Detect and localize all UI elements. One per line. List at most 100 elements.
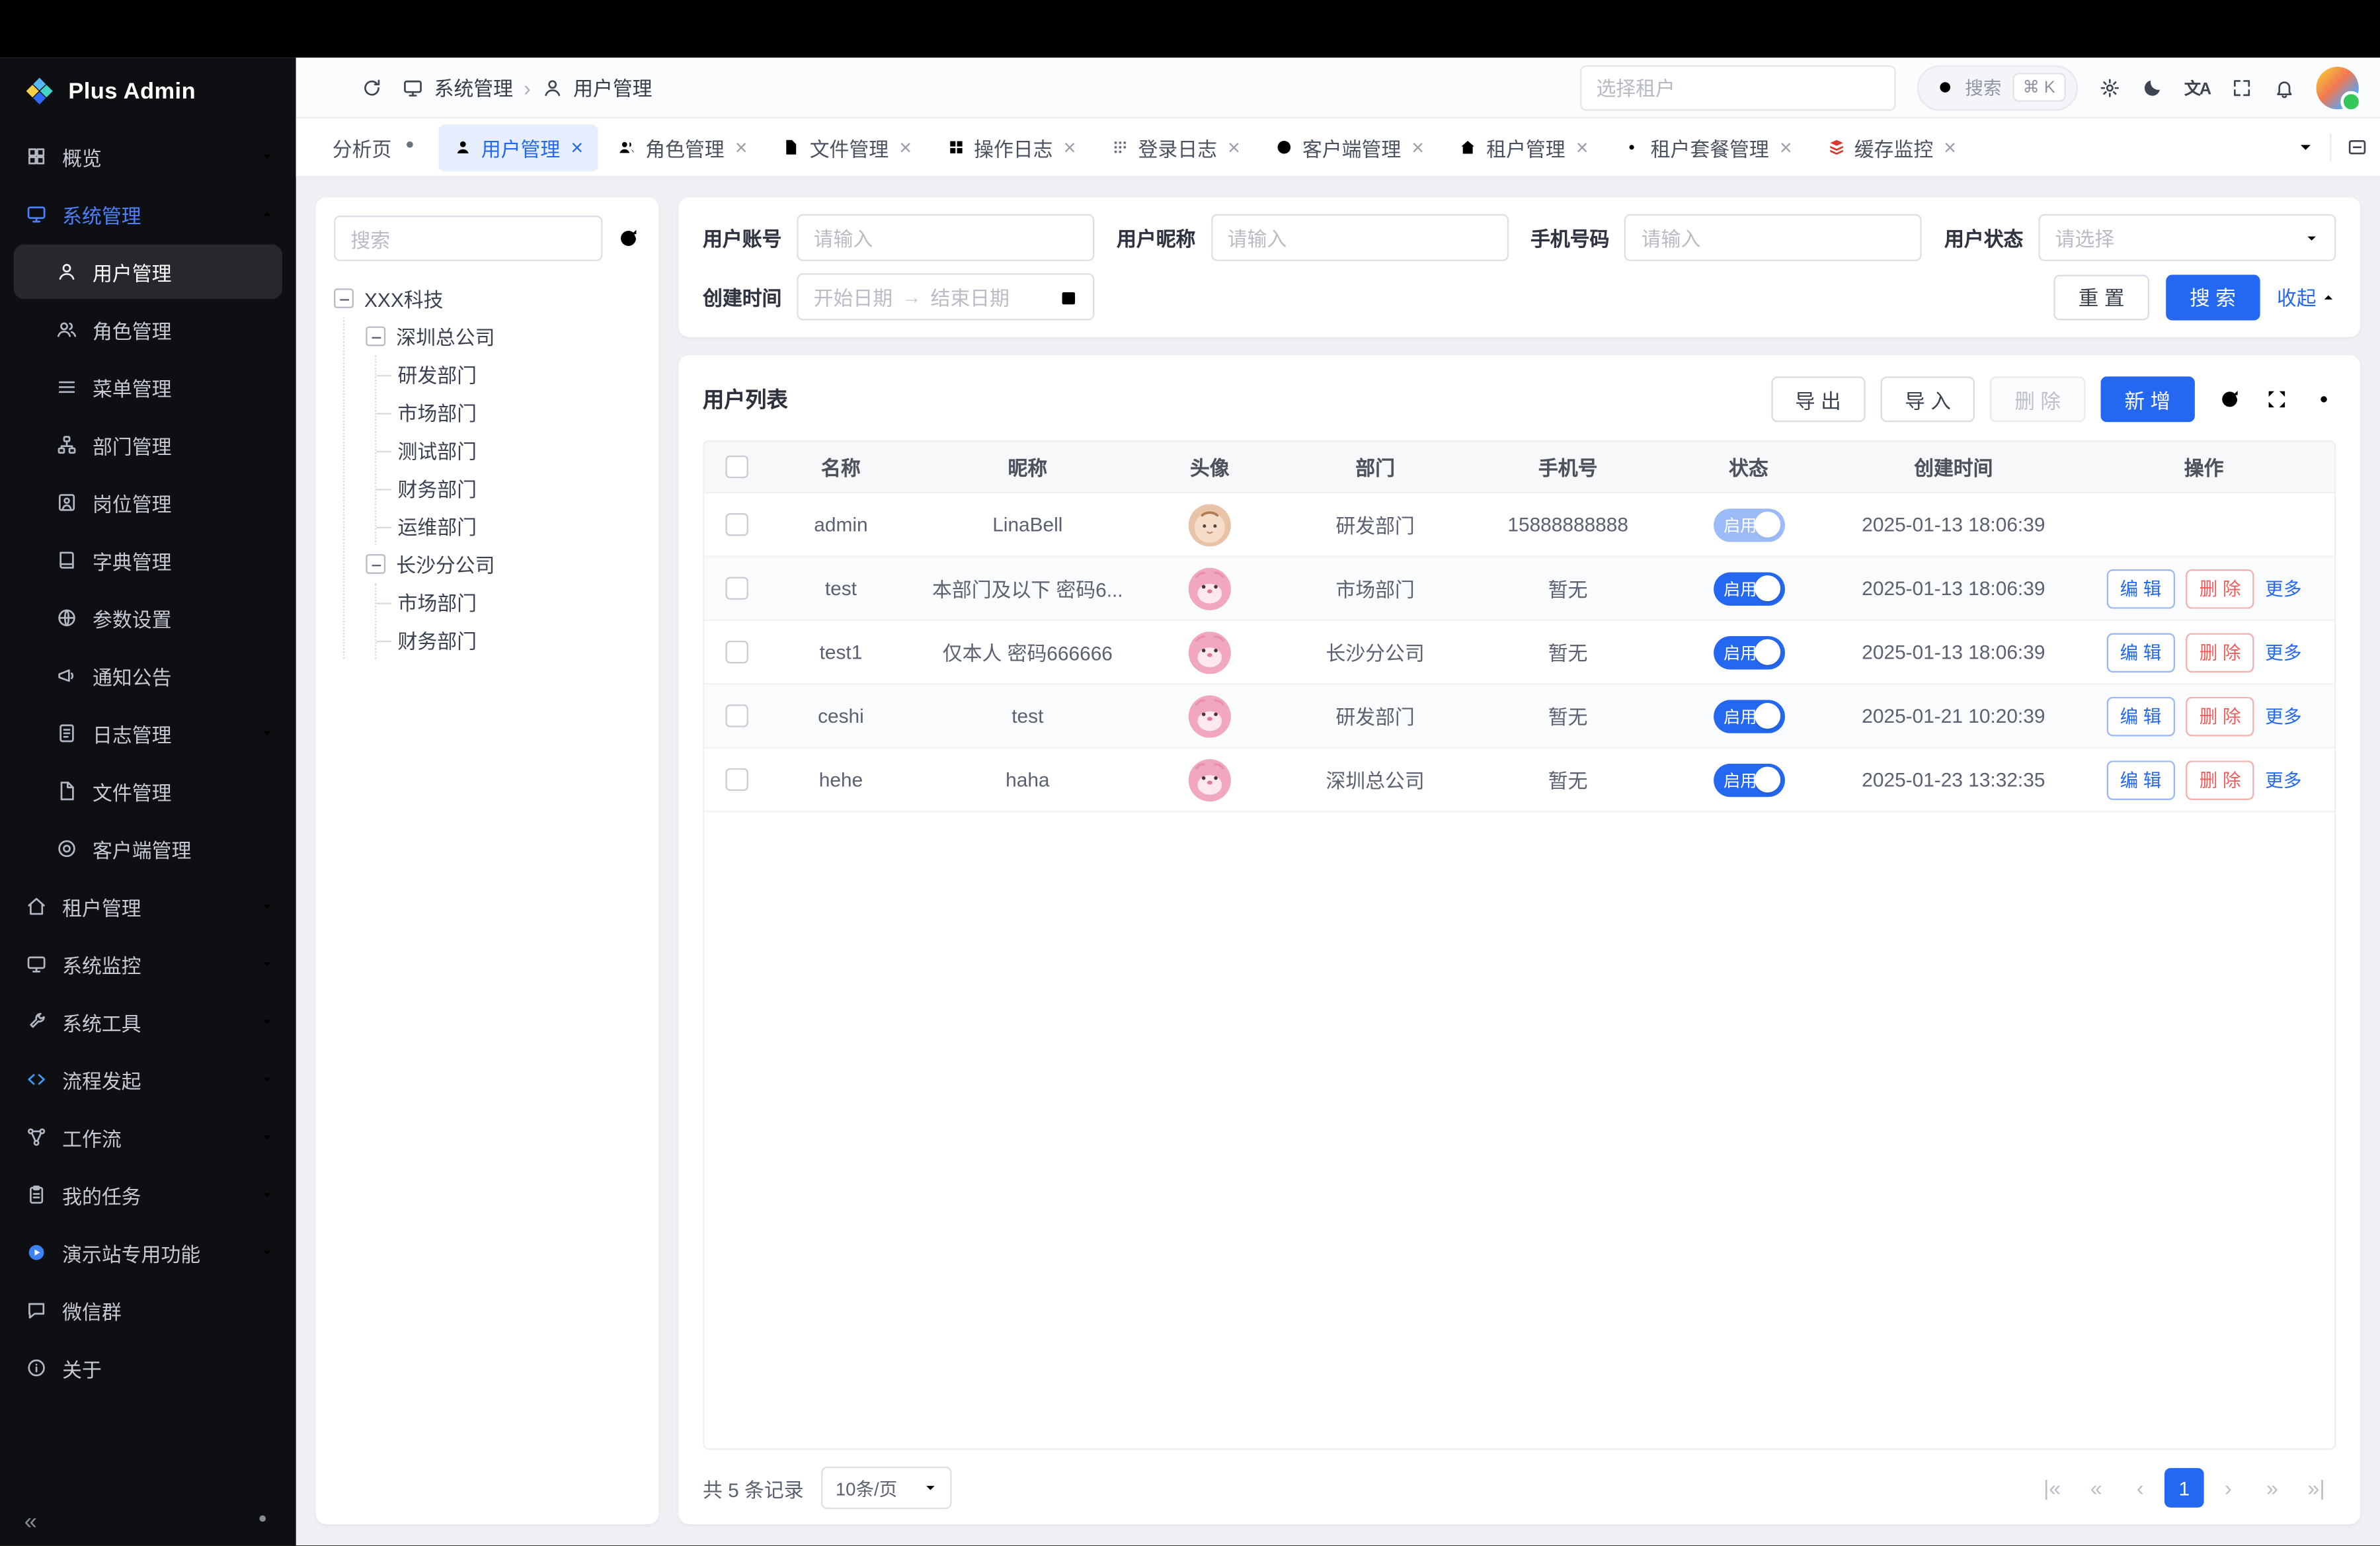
tree-node-dept[interactable]: 财务部门 xyxy=(398,469,641,507)
sidebar-item-system-management[interactable]: 系统管理 xyxy=(0,185,296,243)
breadcrumb-level2[interactable]: 用户管理 xyxy=(573,73,652,102)
sidebar-item-role-management[interactable]: 角色管理 xyxy=(0,301,296,358)
sidebar-item-system-monitor[interactable]: 系统监控 xyxy=(0,935,296,993)
refresh-icon[interactable] xyxy=(2217,387,2242,411)
first-page-button[interactable]: |« xyxy=(2032,1469,2072,1508)
global-search[interactable]: 搜索 ⌘ K xyxy=(1917,65,2078,110)
next-group-button[interactable]: » xyxy=(2252,1469,2292,1508)
sidebar-item-demo-features[interactable]: 演示站专用功能 xyxy=(0,1224,296,1282)
sidebar-item-post-management[interactable]: 岗位管理 xyxy=(0,473,296,531)
pin-icon[interactable] xyxy=(253,1512,272,1531)
row-checkbox[interactable] xyxy=(725,641,747,663)
collapse-box-icon[interactable] xyxy=(366,327,385,346)
more-button[interactable]: 更多 xyxy=(2265,639,2301,665)
delete-row-button[interactable]: 删 除 xyxy=(2186,632,2254,672)
prev-group-button[interactable]: « xyxy=(2077,1469,2116,1508)
tree-node-dept[interactable]: 测试部门 xyxy=(398,431,641,469)
tab-operation-log[interactable]: 操作日志 × xyxy=(932,124,1091,171)
status-toggle[interactable]: 启用 xyxy=(1713,571,1784,605)
sidebar-item-workflow[interactable]: 工作流 xyxy=(0,1108,296,1166)
tree-node-dept[interactable]: 财务部门 xyxy=(398,621,641,659)
more-button[interactable]: 更多 xyxy=(2265,575,2301,601)
tree-search-input[interactable]: 搜索 xyxy=(334,216,602,261)
sidebar-item-about[interactable]: 关于 xyxy=(0,1339,296,1397)
sidebar-item-file-management[interactable]: 文件管理 xyxy=(0,762,296,820)
sidebar-item-tenant-management[interactable]: 租户管理 xyxy=(0,877,296,935)
breadcrumb-level1[interactable]: 系统管理 xyxy=(434,73,513,102)
gear-icon[interactable] xyxy=(2312,387,2336,411)
close-icon[interactable]: × xyxy=(1411,137,1424,158)
tab-user-management[interactable]: 用户管理 × xyxy=(439,124,599,171)
prev-page-button[interactable]: ‹ xyxy=(2120,1469,2160,1508)
collapse-sidebar-icon[interactable]: « xyxy=(24,1509,37,1535)
sidebar-item-menu-management[interactable]: 菜单管理 xyxy=(0,358,296,416)
delete-row-button[interactable]: 删 除 xyxy=(2186,760,2254,799)
fullscreen-tabs-icon[interactable] xyxy=(2346,137,2367,158)
tab-role-management[interactable]: 角色管理 × xyxy=(603,124,763,171)
close-icon[interactable]: × xyxy=(899,137,912,158)
close-icon[interactable]: × xyxy=(1944,137,1956,158)
translate-icon[interactable]: 文A xyxy=(2184,75,2210,100)
page-number-button[interactable]: 1 xyxy=(2164,1469,2204,1508)
select-all-checkbox[interactable] xyxy=(725,456,747,478)
close-icon[interactable]: × xyxy=(735,137,748,158)
status-toggle[interactable]: 启用 xyxy=(1713,635,1784,669)
export-button[interactable]: 导 出 xyxy=(1770,376,1865,422)
tab-cache-monitor[interactable]: 缓存监控 × xyxy=(1812,124,1972,171)
close-icon[interactable]: × xyxy=(571,137,583,158)
hamburger-menu-icon[interactable] xyxy=(317,75,342,100)
pin-icon[interactable] xyxy=(401,138,419,157)
add-button[interactable]: 新 增 xyxy=(2100,376,2195,422)
edit-button[interactable]: 编 辑 xyxy=(2106,696,2175,736)
sidebar-item-dict-management[interactable]: 字典管理 xyxy=(0,532,296,589)
tree-node-branch[interactable]: 深圳总公司 xyxy=(366,317,641,355)
tab-analysis[interactable]: 分析页 xyxy=(317,124,434,171)
tree-node-company[interactable]: XXX科技 xyxy=(334,279,641,317)
more-button[interactable]: 更多 xyxy=(2265,766,2301,792)
tab-tenant-package-management[interactable]: 租户套餐管理 × xyxy=(1608,124,1807,171)
reset-button[interactable]: 重 置 xyxy=(2054,274,2149,319)
phone-input[interactable]: 请输入 xyxy=(1624,214,1922,261)
import-button[interactable]: 导 入 xyxy=(1880,376,1975,422)
tree-node-dept[interactable]: 市场部门 xyxy=(398,393,641,431)
sidebar-item-param-settings[interactable]: 参数设置 xyxy=(0,589,296,647)
tab-file-management[interactable]: 文件管理 × xyxy=(767,124,927,171)
gear-icon[interactable] xyxy=(2099,77,2120,98)
row-checkbox[interactable] xyxy=(725,704,747,727)
next-page-button[interactable]: › xyxy=(2209,1469,2248,1508)
sidebar-item-my-tasks[interactable]: 我的任务 xyxy=(0,1166,296,1223)
sidebar-item-dept-management[interactable]: 部门管理 xyxy=(0,416,296,473)
sidebar-item-wechat-group[interactable]: 微信群 xyxy=(0,1282,296,1339)
edit-button[interactable]: 编 辑 xyxy=(2106,632,2175,672)
sidebar-item-process-start[interactable]: 流程发起 xyxy=(0,1051,296,1108)
refresh-icon[interactable] xyxy=(616,226,641,251)
date-range-input[interactable]: 开始日期 → 结束日期 xyxy=(797,273,1094,320)
tab-tenant-management[interactable]: 租户管理 × xyxy=(1444,124,1604,171)
sidebar-item-client-management[interactable]: 客户端管理 xyxy=(0,820,296,877)
close-icon[interactable]: × xyxy=(1228,137,1240,158)
close-icon[interactable]: × xyxy=(1780,137,1792,158)
tree-node-dept[interactable]: 市场部门 xyxy=(398,583,641,621)
collapse-box-icon[interactable] xyxy=(366,554,385,574)
bell-icon[interactable] xyxy=(2274,77,2295,98)
moon-icon[interactable] xyxy=(2142,77,2163,98)
tree-node-dept[interactable]: 运维部门 xyxy=(398,507,641,545)
row-checkbox[interactable] xyxy=(725,513,747,536)
sidebar-item-user-management[interactable]: 用户管理 xyxy=(14,245,282,300)
delete-row-button[interactable]: 删 除 xyxy=(2186,696,2254,736)
status-toggle[interactable]: 启用 xyxy=(1713,508,1784,542)
row-checkbox[interactable] xyxy=(725,577,747,599)
nickname-input[interactable]: 请输入 xyxy=(1210,214,1508,261)
fullscreen-icon[interactable] xyxy=(2265,387,2289,411)
edit-button[interactable]: 编 辑 xyxy=(2106,569,2175,608)
tab-client-management[interactable]: 客户端管理 × xyxy=(1260,124,1439,171)
sidebar-item-overview[interactable]: 概览 xyxy=(0,128,296,185)
tree-node-branch[interactable]: 长沙分公司 xyxy=(366,545,641,583)
more-button[interactable]: 更多 xyxy=(2265,703,2301,729)
tab-login-log[interactable]: 登录日志 × xyxy=(1095,124,1255,171)
close-icon[interactable]: × xyxy=(1064,137,1076,158)
last-page-button[interactable]: »| xyxy=(2297,1469,2336,1508)
search-button[interactable]: 搜 索 xyxy=(2165,274,2260,319)
chevron-down-icon[interactable] xyxy=(2297,138,2315,157)
sidebar-item-system-tools[interactable]: 系统工具 xyxy=(0,993,296,1051)
